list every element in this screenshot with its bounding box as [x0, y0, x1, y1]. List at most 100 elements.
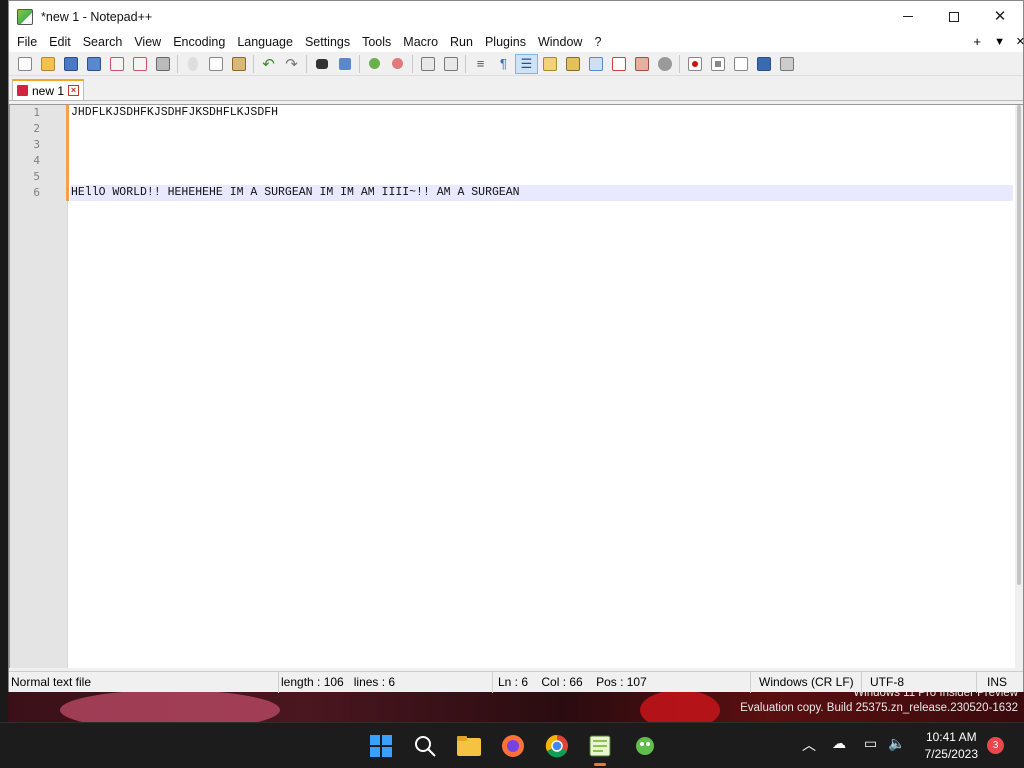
show-all-chars-button[interactable]: ¶ [492, 54, 515, 74]
menu-settings[interactable]: Settings [299, 32, 356, 52]
menu-tools[interactable]: Tools [356, 32, 397, 52]
tab-new-1[interactable]: new 1 × [12, 79, 85, 100]
word-wrap-button[interactable]: ≡ [469, 54, 492, 74]
copy-icon [208, 56, 223, 71]
print-button[interactable] [151, 54, 174, 74]
minimize-button[interactable] [885, 1, 931, 32]
notification-badge[interactable]: 3 [987, 737, 1004, 754]
user-defined-lang-button[interactable] [538, 54, 561, 74]
menu-macro[interactable]: Macro [397, 32, 444, 52]
editor-area[interactable]: 1 2 3 4 5 6 JHDFLKJSDHFKJSDHFJKSDHFLKJSD… [9, 104, 1023, 668]
new-file-button[interactable] [13, 54, 36, 74]
title-bar[interactable]: *new 1 - Notepad++ ✕ [9, 1, 1023, 32]
firefox-button[interactable] [498, 731, 528, 761]
menu-search[interactable]: Search [77, 32, 129, 52]
sync-vertical-button[interactable] [416, 54, 439, 74]
line-number-gutter: 1 2 3 4 5 6 [10, 105, 68, 668]
close-all-button[interactable] [128, 54, 151, 74]
menu-view[interactable]: View [128, 32, 167, 52]
search-icon [415, 736, 436, 757]
save-macro-icon [779, 56, 794, 71]
status-insert-mode[interactable]: INS [977, 672, 1021, 693]
monitoring-button[interactable] [653, 54, 676, 74]
start-button[interactable] [366, 731, 396, 761]
menu-language[interactable]: Language [231, 32, 299, 52]
onedrive-icon[interactable]: ☁ [832, 735, 846, 752]
text-content[interactable]: JHDFLKJSDHFKJSDHFJKSDHFLKJSDFH HEllO WOR… [70, 105, 1013, 668]
undo-button[interactable]: ↶ [257, 54, 280, 74]
zoom-in-button[interactable] [363, 54, 386, 74]
sync-horizontal-button[interactable] [439, 54, 462, 74]
menu-window[interactable]: Window [532, 32, 588, 52]
replace-button[interactable] [333, 54, 356, 74]
tray-overflow-chevron-icon[interactable]: ︿ [802, 735, 816, 755]
vertical-scrollbar[interactable] [1015, 105, 1023, 668]
taskbar-search-button[interactable] [410, 731, 440, 761]
editor-line[interactable] [70, 137, 1013, 153]
folder-workspace-button[interactable] [630, 54, 653, 74]
notepadpp-window: *new 1 - Notepad++ ✕ File Edit Search Vi… [8, 0, 1024, 693]
maximize-button[interactable] [931, 1, 977, 32]
play-macro-button[interactable] [729, 54, 752, 74]
function-list-icon [611, 56, 626, 71]
undo-icon: ↶ [262, 55, 275, 73]
status-eol[interactable]: Windows (CR LF) [751, 671, 862, 693]
save-all-button[interactable] [82, 54, 105, 74]
editor-line[interactable]: JHDFLKJSDHFKJSDHFJKSDHFLKJSDFH [70, 105, 1013, 121]
notepadpp-taskbar-button[interactable] [585, 731, 615, 766]
editor-line[interactable] [70, 153, 1013, 169]
menu-run[interactable]: Run [444, 32, 479, 52]
close-tab-icon[interactable]: ✕ [1016, 32, 1024, 52]
notepadpp-icon [589, 735, 611, 757]
doc-list-button[interactable] [584, 54, 607, 74]
change-history-bar [66, 105, 69, 201]
chrome-button[interactable] [542, 731, 572, 761]
editor-line[interactable] [70, 121, 1013, 137]
new-tab-plus-icon[interactable]: + [973, 32, 981, 52]
menu-plugins[interactable]: Plugins [479, 32, 532, 52]
function-list-button[interactable] [607, 54, 630, 74]
taskbar-clock[interactable]: 10:41 AM 7/25/2023 [925, 729, 978, 763]
line-number: 4 [33, 154, 40, 167]
close-button[interactable]: ✕ [977, 1, 1023, 32]
save-icon [63, 56, 78, 71]
notepadpp-icon [17, 8, 33, 25]
editor-line[interactable] [70, 169, 1013, 185]
stop-macro-button[interactable] [706, 54, 729, 74]
save-macro-button[interactable] [775, 54, 798, 74]
tab-close-icon[interactable]: × [68, 85, 80, 96]
zoom-out-button[interactable] [386, 54, 409, 74]
close-file-button[interactable] [105, 54, 128, 74]
pilcrow-icon: ¶ [500, 56, 507, 71]
save-button[interactable] [59, 54, 82, 74]
indent-guide-button[interactable]: ☰ [515, 53, 538, 74]
menu-file[interactable]: File [11, 32, 43, 52]
copy-button[interactable] [204, 54, 227, 74]
tab-label: new 1 [32, 83, 65, 98]
indent-guide-icon: ☰ [520, 55, 533, 71]
network-icon[interactable]: ▭ [864, 735, 877, 752]
find-button[interactable] [310, 54, 333, 74]
menu-help[interactable]: ? [588, 32, 607, 52]
tab-list-dropdown-icon[interactable]: ▼ [994, 32, 1005, 52]
file-explorer-button[interactable] [454, 731, 484, 761]
windows-start-icon [370, 735, 392, 757]
record-macro-button[interactable] [683, 54, 706, 74]
doc-map-button[interactable] [561, 54, 584, 74]
menu-edit[interactable]: Edit [43, 32, 77, 52]
other-app-button[interactable] [630, 731, 660, 761]
scrollbar-thumb[interactable] [1017, 105, 1021, 585]
status-encoding[interactable]: UTF-8 [862, 671, 977, 693]
chrome-icon [545, 734, 568, 758]
volume-icon[interactable]: 🔈 [888, 735, 905, 752]
minimize-icon [903, 16, 913, 17]
record-icon [687, 56, 702, 71]
menu-encoding[interactable]: Encoding [167, 32, 231, 52]
paste-button[interactable] [227, 54, 250, 74]
open-file-button[interactable] [36, 54, 59, 74]
redo-button[interactable]: ↷ [280, 54, 303, 74]
play-multiple-button[interactable] [752, 54, 775, 74]
cut-button[interactable] [181, 54, 204, 74]
editor-line-current[interactable]: HEllO WORLD!! HEHEHEHE IM A SURGEAN IM I… [70, 185, 1013, 201]
desktop-edge [0, 0, 8, 722]
